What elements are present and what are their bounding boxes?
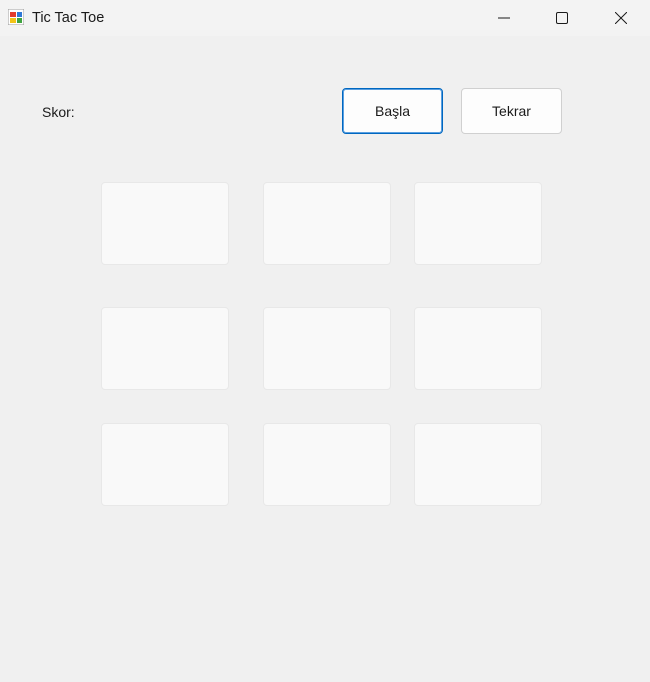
window-title: Tic Tac Toe [32, 10, 105, 26]
board-cell-0[interactable] [101, 182, 229, 265]
board-cell-2[interactable] [414, 182, 542, 265]
reset-button[interactable]: Tekrar [461, 88, 562, 134]
minimize-icon [498, 17, 510, 19]
board-cell-8[interactable] [414, 423, 542, 506]
app-window: Tic Tac Toe Skor: Başla Tekrar [0, 0, 650, 682]
close-button[interactable] [592, 0, 650, 36]
board-cell-3[interactable] [101, 307, 229, 390]
maximize-icon [556, 12, 568, 24]
board-cell-1[interactable] [263, 182, 391, 265]
maximize-button[interactable] [533, 0, 591, 36]
board-cell-7[interactable] [263, 423, 391, 506]
score-label: Skor: [42, 104, 75, 120]
minimize-button[interactable] [475, 0, 533, 36]
close-icon [615, 12, 627, 24]
board-cell-6[interactable] [101, 423, 229, 506]
app-icon [7, 8, 25, 26]
board-cell-5[interactable] [414, 307, 542, 390]
title-bar[interactable]: Tic Tac Toe [0, 0, 650, 36]
board-cell-4[interactable] [263, 307, 391, 390]
start-button[interactable]: Başla [342, 88, 443, 134]
